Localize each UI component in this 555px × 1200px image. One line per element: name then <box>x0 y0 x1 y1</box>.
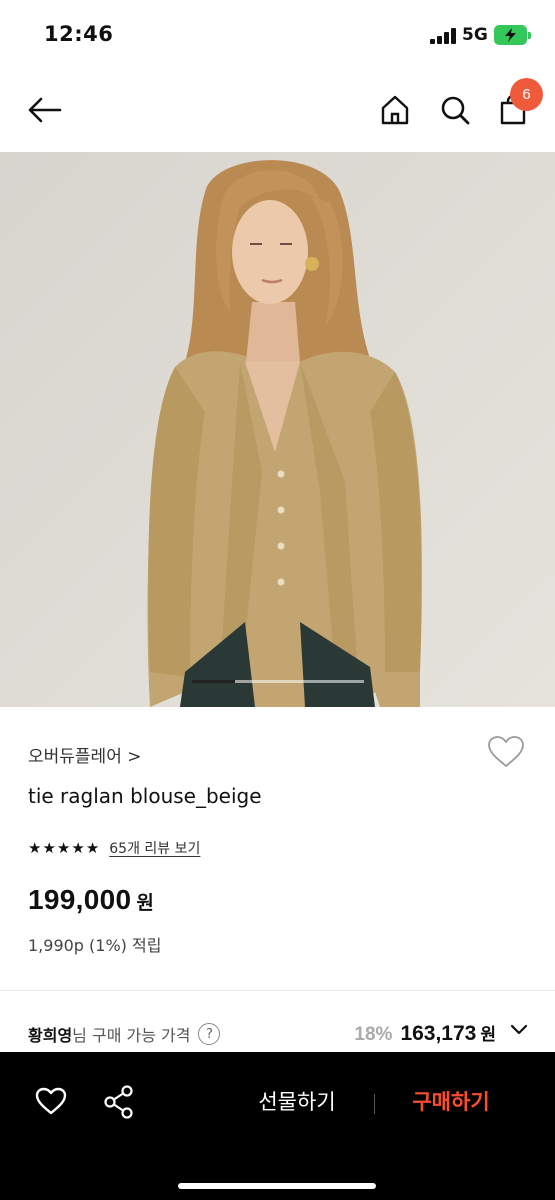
star-icon: ★ <box>56 838 71 857</box>
member-price-unit: 원 <box>480 1025 496 1045</box>
back-button[interactable] <box>24 92 64 128</box>
help-icon[interactable]: ? <box>198 1023 221 1045</box>
reward-points: 1,990p (1%) 적립 <box>28 936 162 955</box>
search-button[interactable] <box>436 91 474 129</box>
bottom-action-bar: 선물하기 구매하기 <box>0 1052 555 1200</box>
member-name: 황희영 <box>28 1026 73 1045</box>
price-unit: 원 <box>136 892 154 914</box>
member-price: 18% 163,173 원 <box>354 1020 496 1046</box>
star-icon: ★ <box>28 838 42 857</box>
buy-button[interactable]: 구매하기 <box>392 1086 510 1116</box>
bottom-wishlist-button[interactable] <box>35 1087 67 1119</box>
review-link[interactable]: 65개 리뷰 보기 <box>109 838 200 858</box>
share-button[interactable] <box>103 1085 135 1123</box>
divider <box>0 990 555 991</box>
product-name: tie raglan blouse_beige <box>28 784 262 808</box>
product-price: 199,000 <box>28 884 132 915</box>
home-icon <box>381 95 409 125</box>
rating-row: ★ ★ ★ ★ ★ 65개 리뷰 보기 <box>28 838 200 858</box>
heart-icon <box>35 1087 67 1115</box>
member-price-label: 황희영 님 구매 가능 가격 ? <box>28 1022 221 1046</box>
status-time: 12:46 <box>44 22 114 46</box>
chevron-down-icon[interactable] <box>510 1024 528 1036</box>
member-price-amount: 163,173 <box>400 1022 477 1045</box>
battery-icon <box>494 25 531 45</box>
brand-link[interactable]: 오버듀플레어 > <box>28 742 142 767</box>
cart-count-badge: 6 <box>510 78 543 111</box>
price-row: 199,000 원 <box>28 884 154 916</box>
wishlist-button[interactable] <box>487 735 525 773</box>
heart-icon <box>488 736 524 767</box>
member-price-label-text: 님 구매 가능 가격 <box>72 1026 191 1045</box>
share-icon <box>104 1085 133 1119</box>
status-bar: 12:46 5G <box>0 0 555 70</box>
rating-stars: ★ ★ ★ ★ ★ <box>28 838 100 857</box>
gift-button[interactable]: 선물하기 <box>238 1086 356 1116</box>
divider <box>374 1094 375 1114</box>
star-icon: ★ <box>71 838 85 857</box>
product-image[interactable] <box>0 152 555 707</box>
star-icon: ★ <box>42 838 56 857</box>
star-icon: ★ <box>85 838 100 857</box>
discount-rate: 18% <box>354 1024 393 1045</box>
signal-icon <box>430 28 456 44</box>
image-slide-indicator <box>192 680 364 683</box>
top-nav-bar <box>0 70 555 152</box>
member-price-row[interactable]: 황희영 님 구매 가능 가격 ? 18% 163,173 원 <box>28 1020 528 1050</box>
network-label: 5G <box>462 25 488 45</box>
home-indicator[interactable] <box>178 1183 376 1189</box>
image-slide-indicator-active <box>192 680 235 683</box>
search-icon <box>441 96 470 125</box>
arrow-left-icon <box>28 97 62 123</box>
home-button[interactable] <box>376 91 414 129</box>
